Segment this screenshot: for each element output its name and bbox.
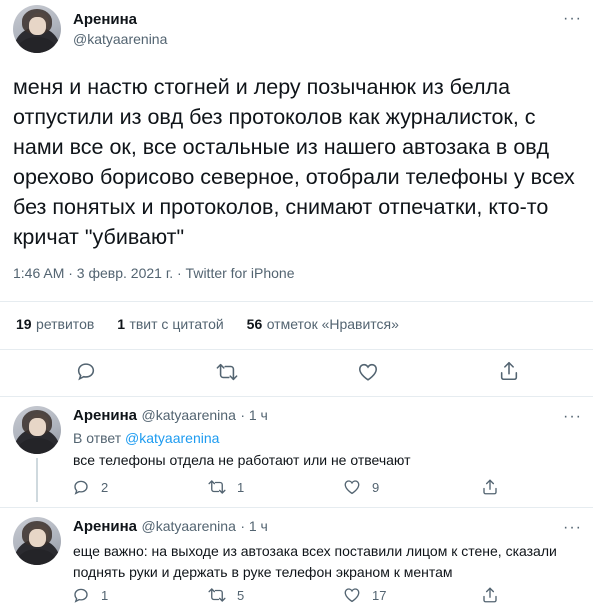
like-count: 9 — [372, 479, 380, 495]
retweet-button[interactable]: 1 — [207, 478, 244, 496]
share-icon[interactable] — [481, 478, 499, 496]
author-handle[interactable]: @katyaarenina — [73, 31, 167, 47]
tweet-text: меня и настю стогней и леру позычанюк из… — [13, 75, 575, 249]
divider — [0, 507, 593, 508]
heart-icon[interactable] — [357, 361, 379, 383]
retweet-count: 1 — [237, 479, 245, 495]
author-avatar[interactable] — [13, 5, 61, 53]
more-dots-icon[interactable]: ··· — [563, 409, 582, 425]
divider — [0, 349, 593, 350]
likes-stat[interactable]: 56 отметок «Нравится» — [247, 316, 399, 333]
reply-bubble-icon — [72, 586, 90, 604]
reply-text: все телефоны отдела не работают или не о… — [73, 452, 411, 468]
reply-text: еще важно: на выходе из автозака всех по… — [73, 543, 557, 580]
divider — [0, 396, 593, 397]
author-name[interactable]: Аренина — [73, 11, 137, 28]
retweet-icon[interactable] — [215, 361, 239, 383]
reply-author-handle[interactable]: @katyaarenina — [141, 518, 235, 534]
reply-button[interactable]: 1 — [72, 586, 108, 604]
reply-header: Аренина @katyaarenina · 1 ч — [73, 407, 268, 425]
reply-header: Аренина @katyaarenina · 1 ч — [73, 518, 268, 536]
reply-avatar[interactable] — [13, 406, 61, 454]
more-dots-icon[interactable]: ··· — [563, 520, 582, 536]
quotes-label: твит с цитатой — [129, 316, 224, 332]
more-dots-icon[interactable]: ··· — [563, 11, 582, 27]
reply-author-handle[interactable]: @katyaarenina — [141, 407, 235, 423]
retweet-icon — [207, 478, 227, 496]
thread-line — [36, 458, 38, 502]
likes-count: 56 — [246, 316, 263, 332]
reply-author-name[interactable]: Аренина — [73, 518, 137, 535]
quotes-stat[interactable]: 1 твит с цитатой — [117, 316, 228, 333]
reply-count: 2 — [101, 479, 109, 495]
like-button[interactable]: 17 — [343, 586, 386, 604]
tweet-timestamp[interactable]: 1:46 AM · 3 февр. 2021 г. · Twitter for … — [13, 265, 295, 281]
reply-bubble-icon — [72, 478, 90, 496]
share-icon[interactable] — [498, 360, 520, 382]
retweets-count: 19 — [16, 316, 32, 332]
reply-avatar[interactable] — [13, 517, 61, 565]
retweets-stat[interactable]: 19 ретвитов — [16, 316, 99, 333]
divider — [0, 301, 593, 302]
likes-label: отметок «Нравится» — [266, 316, 399, 332]
retweets-label: ретвитов — [36, 316, 95, 332]
stats-row: 19 ретвитов 1 твит с цитатой 56 отметок … — [16, 316, 399, 334]
reply-to-prefix: В ответ — [73, 430, 122, 446]
reply-count: 1 — [101, 587, 109, 603]
reply-bubble-icon[interactable] — [75, 360, 97, 382]
like-count: 17 — [372, 587, 387, 603]
retweet-icon — [207, 586, 227, 604]
reply-button[interactable]: 2 — [72, 478, 108, 496]
like-button[interactable]: 9 — [343, 478, 379, 496]
share-icon[interactable] — [481, 586, 499, 604]
reply-time[interactable]: · 1 ч — [240, 518, 268, 534]
retweet-count: 5 — [237, 587, 245, 603]
retweet-button[interactable]: 5 — [207, 586, 244, 604]
heart-icon — [343, 478, 361, 496]
reply-to-handle[interactable]: @katyaarenina — [125, 430, 219, 446]
heart-icon — [343, 586, 361, 604]
reply-time[interactable]: · 1 ч — [240, 407, 268, 423]
reply-author-name[interactable]: Аренина — [73, 407, 137, 424]
quotes-count: 1 — [117, 316, 125, 332]
reply-to-line: В ответ @katyaarenina — [73, 428, 219, 449]
